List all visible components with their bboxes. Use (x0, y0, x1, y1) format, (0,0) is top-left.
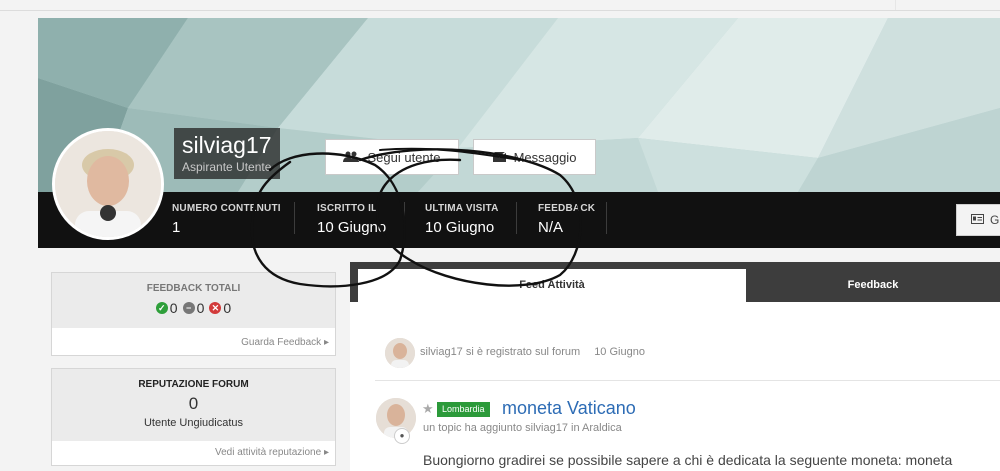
view-reputation-label: Vedi attività reputazione (215, 447, 322, 458)
stat-divider (606, 202, 607, 234)
top-separator (895, 0, 896, 10)
id-card-icon (971, 213, 984, 227)
topic-tag[interactable]: Lombardia (437, 402, 490, 417)
tab-feedback[interactable]: Feedback (746, 269, 1000, 302)
topic-body: Buongiorno gradirei se possibile sapere … (423, 452, 953, 468)
user-rank: Aspirante Utente (182, 160, 272, 174)
panel-title: FEEDBACK TOTALI (146, 283, 241, 294)
check-circle-icon: ✓ (155, 302, 168, 314)
users-icon (343, 150, 360, 165)
feed-divider (375, 380, 1000, 381)
minus-circle-icon: − (182, 302, 195, 314)
neutral-count: 0 (196, 300, 205, 316)
follow-button[interactable]: Segui utente (325, 139, 459, 175)
panel-title: REPUTAZIONE FORUM (138, 379, 249, 390)
stat-feedback: FEEDBACK N/A (538, 203, 595, 236)
follow-label: Segui utente (367, 149, 441, 165)
negative-count: 0 (223, 300, 232, 316)
registration-text: silviag17 si è registrato sul forum (420, 346, 581, 358)
caret-right-icon: ▸ (323, 447, 329, 458)
view-feedback-label: Guarda Feedback (241, 337, 322, 348)
stat-label: FEEDBACK (538, 203, 596, 214)
stat-label: ULTIMA VISITA (425, 203, 499, 214)
view-reputation-link[interactable]: Vedi attività reputazione ▸ (215, 447, 329, 458)
stat-value: 10 Giugno (317, 219, 387, 236)
reputation-value: 0 (188, 394, 199, 413)
feedback-counts: ✓ 0 − 0 ✕ 0 (52, 300, 335, 316)
comment-icon: ● (394, 428, 410, 444)
stat-divider (516, 202, 517, 234)
registration-activity: silviag17 si è registrato sul forum 10 Gi… (420, 346, 645, 358)
stat-value: 1 (172, 219, 181, 236)
stat-label: NUMERO CONTENUTI (172, 203, 281, 214)
stat-last-visit: ULTIMA VISITA 10 Giugno (425, 203, 499, 236)
username: silviag17 (182, 132, 272, 158)
message-label: Messaggio (513, 149, 577, 165)
positive-count: 0 (169, 300, 178, 316)
stat-label: ISCRITTO IL (317, 203, 378, 214)
tab-activity-feed[interactable]: Feed Attività (358, 269, 746, 302)
reputation-level: Utente Ungiudicatus (143, 417, 244, 429)
stat-divider (294, 202, 295, 234)
top-divider (0, 10, 1000, 11)
stat-divider (404, 202, 405, 234)
topic-title-link[interactable]: moneta Vaticano (502, 398, 636, 419)
stat-joined: ISCRITTO IL 10 Giugno (317, 203, 386, 236)
profile-avatar (52, 128, 164, 240)
stat-content-count: NUMERO CONTENUTI 1 (172, 203, 281, 236)
stat-value: N/A (538, 219, 564, 236)
feedback-totals-header: FEEDBACK TOTALI ✓ 0 − 0 ✕ 0 (52, 273, 335, 328)
star-icon: ★ (422, 401, 434, 416)
envelope-icon (492, 150, 506, 165)
message-button[interactable]: Messaggio (473, 139, 596, 175)
registration-time: 10 Giugno (594, 346, 645, 358)
x-circle-icon: ✕ (209, 302, 222, 314)
reputation-header: REPUTAZIONE FORUM 0 Utente Ungiudicatus (52, 369, 335, 441)
stat-value: 10 Giugno (425, 219, 495, 236)
caret-right-icon: ▸ (323, 337, 329, 348)
view-feedback-link[interactable]: Guarda Feedback ▸ (241, 337, 329, 348)
profile-action-label: G (990, 213, 1000, 227)
reputation-panel: REPUTAZIONE FORUM 0 Utente Ungiudicatus … (51, 368, 336, 466)
feedback-totals-panel: FEEDBACK TOTALI ✓ 0 − 0 ✕ 0 Guarda Feedb… (51, 272, 336, 356)
profile-action-button[interactable]: G (956, 204, 1000, 236)
username-box: silviag17 Aspirante Utente (174, 128, 280, 179)
topic-subtitle: un topic ha aggiunto silviag17 in Araldi… (423, 422, 622, 434)
avatar[interactable] (385, 338, 415, 368)
